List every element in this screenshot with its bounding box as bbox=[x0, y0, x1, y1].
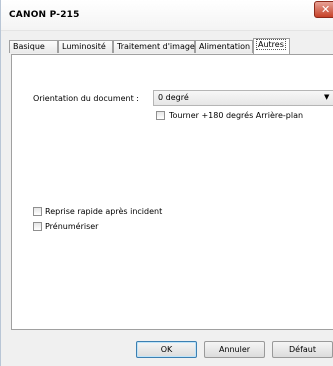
orientation-value: 0 degré bbox=[158, 93, 189, 102]
rotate-180-checkbox[interactable] bbox=[156, 111, 165, 120]
tab-traitement-image[interactable]: Traitement d'image bbox=[113, 40, 195, 53]
tab-label: Luminosité bbox=[62, 42, 106, 51]
rotate-180-label: Tourner +180 degrés Arrière-plan bbox=[169, 111, 304, 120]
default-button[interactable]: Défaut bbox=[272, 341, 333, 358]
tab-luminosite[interactable]: Luminosité bbox=[58, 40, 113, 53]
ok-button[interactable]: OK bbox=[136, 341, 197, 358]
tab-label: Autres bbox=[256, 39, 286, 50]
window-title: CANON P-215 bbox=[9, 10, 80, 20]
prescan-checkbox[interactable] bbox=[33, 222, 42, 231]
close-icon: ✕ bbox=[321, 3, 331, 16]
tab-label: Traitement d'image bbox=[117, 42, 195, 51]
close-button[interactable]: ✕ bbox=[314, 1, 333, 18]
tab-label: Basique bbox=[13, 42, 45, 51]
title-bar: CANON P-215 ✕ bbox=[1, 0, 333, 31]
tab-label: Alimentation bbox=[199, 42, 251, 51]
quick-recovery-label: Reprise rapide après incident bbox=[45, 207, 163, 216]
chevron-down-icon: ▼ bbox=[324, 93, 330, 101]
tab-autres[interactable]: Autres bbox=[253, 38, 290, 54]
cancel-button[interactable]: Annuler bbox=[204, 341, 265, 358]
tab-alimentation[interactable]: Alimentation bbox=[195, 40, 253, 53]
orientation-select[interactable]: 0 degré ▼ bbox=[153, 90, 333, 106]
prescan-label: Prénumériser bbox=[45, 222, 99, 231]
scanner-settings-dialog: CANON P-215 ✕ Basique Luminosité Traitem… bbox=[0, 0, 333, 366]
orientation-label: Orientation du document : bbox=[33, 94, 139, 103]
tab-basique[interactable]: Basique bbox=[9, 40, 58, 53]
quick-recovery-checkbox[interactable] bbox=[33, 207, 42, 216]
